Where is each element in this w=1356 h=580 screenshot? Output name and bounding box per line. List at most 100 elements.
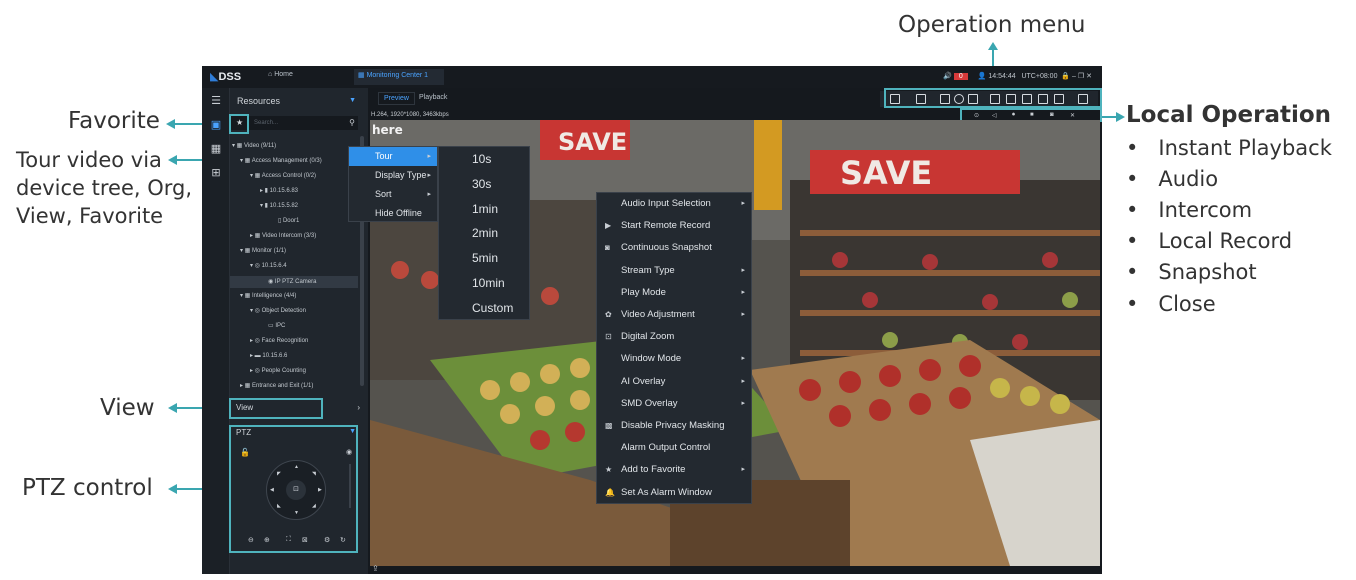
- ptz-callout: PTZ control: [22, 475, 153, 501]
- menu-icon[interactable]: ☰: [209, 94, 223, 108]
- menu-item-hide-offline[interactable]: Hide Offline: [349, 204, 437, 223]
- speaker-icon[interactable]: 🔊: [943, 73, 952, 80]
- left-icon-rail: ☰ ▣ ▦ ⊞: [202, 88, 230, 574]
- menu-item-continuous-snapshot[interactable]: ◙ Continuous Snapshot: [597, 237, 751, 259]
- instant-playback-icon[interactable]: ⊙: [974, 112, 979, 119]
- menu-item-ai-overlay[interactable]: AI Overlay ▸: [597, 371, 751, 393]
- tree-node[interactable]: ▾ ▦ Video (9/11): [232, 142, 276, 149]
- tab-monitoring-center[interactable]: ▦ Monitoring Center 1: [358, 71, 428, 79]
- tree-node[interactable]: ▭ IPC: [268, 322, 285, 329]
- snapshot-icon[interactable]: ◙: [1050, 112, 1054, 118]
- tree-node[interactable]: ▸ ▮ 10.15.6.83: [260, 187, 298, 194]
- local-operation-title: Local Operation: [1126, 102, 1332, 128]
- menu-item-sort[interactable]: Sort ▸: [349, 185, 437, 204]
- menu-item-window-mode[interactable]: Window Mode ▸: [597, 348, 751, 370]
- app-logo: ◣DSS: [210, 71, 242, 83]
- title-bar-status: 🔊 0 👤 14:54:44 UTC+08:00 🔒 – ❐ ✕: [943, 72, 1092, 80]
- tour-callout-line-2: device tree, Org,: [16, 176, 193, 200]
- menu-item-alarm-output[interactable]: Alarm Output Control: [597, 437, 751, 459]
- record-icon: ▶: [605, 221, 612, 231]
- tour-interval-item[interactable]: 30s: [439, 172, 529, 197]
- audio-icon[interactable]: ◁: [992, 112, 997, 119]
- tree-node[interactable]: ▯ Door1: [278, 217, 299, 224]
- tour-interval-item[interactable]: 10s: [439, 147, 529, 172]
- tab-preview[interactable]: Preview: [378, 92, 415, 105]
- favorite-highlight: [229, 114, 249, 134]
- adjust-icon: ✿: [605, 310, 612, 319]
- search-icon[interactable]: ⚲: [349, 116, 355, 130]
- operation-menu-arrowhead: [988, 42, 998, 50]
- tree-node[interactable]: ▸ ◎ Face Recognition: [250, 337, 308, 344]
- export-icon[interactable]: ⇪: [372, 564, 379, 573]
- alarm-badge[interactable]: 0: [953, 73, 968, 80]
- map-icon[interactable]: ⊞: [209, 166, 223, 180]
- local-operation-arrowhead: [1116, 112, 1125, 122]
- view-arrowhead: [168, 403, 177, 413]
- operation-menu-highlight: [884, 88, 1102, 108]
- intercom-icon[interactable]: ⏺: [1012, 112, 1015, 119]
- tree-node[interactable]: ▾ ▦ Intelligence (4/4): [240, 292, 296, 299]
- viewer-status-bar: ⇪: [368, 564, 1102, 574]
- tree-node[interactable]: ▸ ▬ 10.15.6.6: [250, 352, 287, 359]
- chevron-down-icon[interactable]: ▼: [349, 92, 356, 110]
- svg-text:SAVE: SAVE: [840, 154, 932, 192]
- tour-interval-menu: 10s 30s 1min 2min 5min 10min Custom: [438, 146, 530, 320]
- tree-node[interactable]: ▸ ▦ Video Intercom (3/3): [250, 232, 316, 239]
- tree-node[interactable]: ▸ ◎ People Counting: [250, 367, 306, 374]
- close-window-icon[interactable]: ✕: [1070, 112, 1075, 119]
- chevron-right-icon[interactable]: ›: [357, 400, 360, 416]
- local-record-icon[interactable]: ■: [1030, 112, 1034, 118]
- layout-icon[interactable]: ▦: [209, 142, 223, 156]
- menu-item-remote-record[interactable]: ▶ Start Remote Record: [597, 215, 751, 237]
- ptz-highlight: [229, 425, 358, 553]
- tour-callout-line-1: Tour video via: [16, 148, 162, 172]
- tree-node[interactable]: ▾ ▦ Access Control (0/2): [250, 172, 316, 179]
- tour-interval-item[interactable]: 10min: [439, 271, 529, 296]
- tree-node[interactable]: ▾ ▮ 10.15.5.82: [260, 202, 298, 209]
- menu-item-tour[interactable]: Tour ▸: [349, 147, 437, 166]
- tree-node[interactable]: ▸ ▦ Entrance and Exit (1/1): [240, 382, 313, 389]
- favorite-callout: Favorite: [68, 108, 160, 134]
- view-callout: View: [100, 395, 155, 421]
- menu-item-display-type[interactable]: Display Type ▸: [349, 166, 437, 185]
- tour-interval-item[interactable]: Custom: [439, 296, 529, 321]
- menu-item-privacy-masking[interactable]: ▩ Disable Privacy Masking: [597, 415, 751, 437]
- tab-home[interactable]: ⌂ Home: [268, 71, 293, 78]
- lock-icon[interactable]: 🔒: [1061, 73, 1070, 80]
- menu-item-digital-zoom[interactable]: ⊡ Digital Zoom: [597, 326, 751, 348]
- menu-item-play-mode[interactable]: Play Mode ▸: [597, 282, 751, 304]
- tree-context-menu: Tour ▸ Display Type ▸ Sort ▸ Hide Offline: [348, 146, 438, 222]
- tree-node[interactable]: ▾ ▦ Monitor (1/1): [240, 247, 286, 254]
- title-bar: ◣DSS ⌂ Home ▦ Monitoring Center 1 🔊 0 👤 …: [202, 66, 1102, 88]
- local-op-item: • Audio: [1126, 167, 1219, 191]
- menu-item-alarm-window[interactable]: 🔔 Set As Alarm Window: [597, 482, 751, 504]
- local-op-item: • Local Record: [1126, 229, 1293, 253]
- menu-item-video-adjustment[interactable]: ✿ Video Adjustment ▸: [597, 304, 751, 326]
- resources-header[interactable]: Resources ▼: [230, 92, 358, 110]
- tour-interval-item[interactable]: 2min: [439, 221, 529, 246]
- svg-text:here: here: [372, 123, 403, 137]
- tab-playback[interactable]: Playback: [414, 92, 452, 103]
- minimize-icon[interactable]: –: [1072, 73, 1076, 80]
- menu-item-audio-input[interactable]: Audio Input Selection ▸: [597, 193, 751, 215]
- tour-arrowhead: [168, 155, 177, 165]
- tree-node[interactable]: ▾ ▦ Access Management (0/3): [240, 157, 322, 164]
- monitor-icon[interactable]: ▣: [209, 118, 223, 132]
- search-input[interactable]: ★ Search... ⚲: [230, 116, 358, 130]
- ptz-arrowhead: [168, 484, 177, 494]
- menu-item-stream-type[interactable]: Stream Type ▸: [597, 260, 751, 282]
- star-icon: ★: [605, 465, 613, 475]
- user-icon[interactable]: 👤: [978, 73, 987, 80]
- tour-interval-item[interactable]: 1min: [439, 197, 529, 222]
- restore-icon[interactable]: ❐: [1078, 73, 1084, 80]
- menu-item-add-favorite[interactable]: ★ Add to Favorite ▸: [597, 459, 751, 481]
- favorite-arrowhead: [166, 119, 175, 129]
- tree-node[interactable]: ▾ ◎ Object Detection: [250, 307, 306, 314]
- tour-interval-item[interactable]: 5min: [439, 246, 529, 271]
- timezone: UTC+08:00: [1021, 73, 1058, 80]
- tree-node-selected[interactable]: ◉ IP PTZ Camera: [230, 276, 358, 288]
- menu-item-smd-overlay[interactable]: SMD Overlay ▸: [597, 393, 751, 415]
- local-op-item: • Snapshot: [1126, 260, 1257, 284]
- close-icon[interactable]: ✕: [1086, 73, 1092, 80]
- tree-node[interactable]: ▾ ◎ 10.15.6.4: [250, 262, 287, 269]
